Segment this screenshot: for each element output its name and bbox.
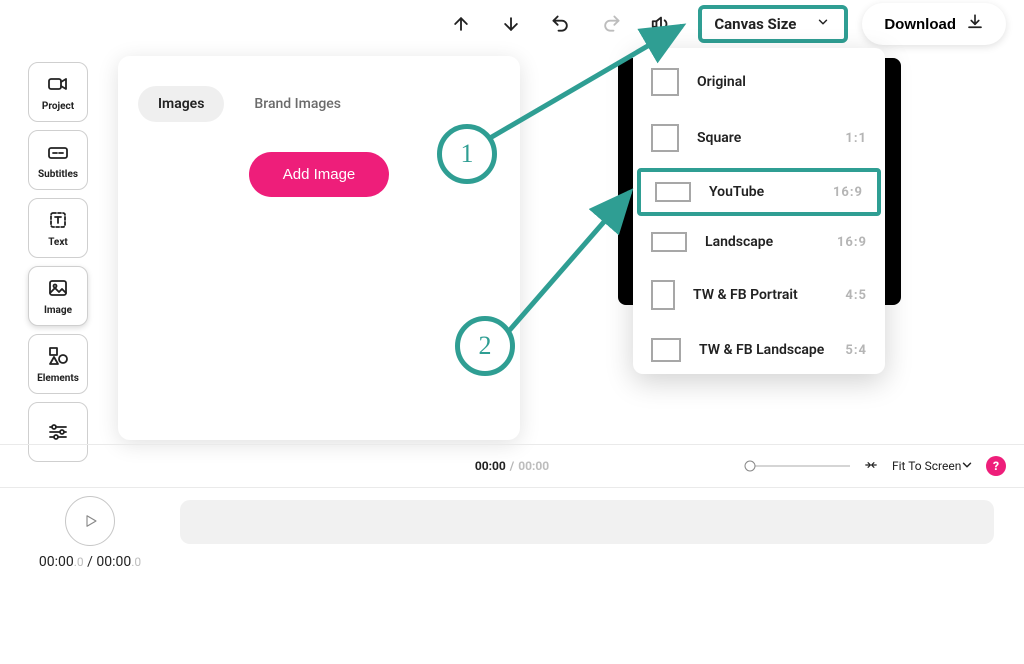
sidebar-item-project[interactable]: Project [28,62,88,122]
canvas-option-landscape[interactable]: Landscape 16:9 [633,218,885,266]
video-camera-icon [46,72,70,96]
download-icon [966,13,984,35]
sidebar-item-label: Text [48,237,68,248]
chevron-down-icon [816,15,830,33]
sliders-icon [46,420,70,444]
playback-time: 00:00.0 / 00:00.0 [39,554,141,570]
callout-arrow-1 [470,20,700,170]
shapes-icon [46,344,70,368]
zoom-slider-thumb[interactable] [745,461,756,472]
help-button[interactable]: ? [986,456,1006,476]
canvas-size-label: Canvas Size [714,15,796,33]
pb-current: 00:00 [39,554,74,570]
zoom-slider[interactable] [750,465,850,467]
subtitles-icon [46,140,70,164]
pb-current-frac: .0 [74,555,84,569]
time-info-row: 00:00/00:00 Fit To Screen ? [0,444,1024,488]
text-icon [46,208,70,232]
pb-total: 00:00 [96,554,131,570]
current-time: 00:00 [475,459,506,473]
callout-1: 1 [437,124,497,184]
sidebar-item-image[interactable]: Image [28,266,88,326]
canvas-option-tw-fb-landscape[interactable]: TW & FB Landscape 5:4 [633,324,885,368]
canvas-size-button[interactable]: Canvas Size [698,5,848,43]
callout-2: 2 [455,316,515,376]
help-label: ? [993,459,999,473]
time-display: 00:00/00:00 [475,459,549,473]
canvas-option-youtube[interactable]: YouTube 16:9 [637,168,881,216]
tab-images[interactable]: Images [138,86,224,122]
play-button[interactable] [65,496,115,546]
download-label: Download [884,16,956,33]
canvas-option-ratio: 1:1 [845,131,867,146]
sidebar-item-text[interactable]: Text [28,198,88,258]
callout-label: 1 [461,139,474,169]
pb-total-frac: .0 [131,555,141,569]
add-image-button[interactable]: Add Image [249,152,390,197]
canvas-option-tw-fb-portrait[interactable]: TW & FB Portrait 4:5 [633,266,885,324]
sidebar-item-elements[interactable]: Elements [28,334,88,394]
sidebar-item-label: Image [44,305,72,316]
callout-label: 2 [479,331,492,361]
canvas-option-ratio: 4:5 [845,288,867,303]
images-panel: Images Brand Images Add Image [118,56,520,440]
tab-brand-images[interactable]: Brand Images [234,86,361,122]
chevron-down-icon[interactable] [960,458,974,475]
canvas-option-label: Landscape [705,234,773,250]
sidebar-item-label: Subtitles [38,169,78,180]
canvas-option-ratio: 5:4 [845,343,867,358]
playback-area: 00:00.0 / 00:00.0 [0,488,1024,570]
sidebar-item-label: Elements [37,373,79,384]
canvas-option-label: Square [697,130,741,146]
total-time: 00:00 [518,459,549,473]
pb-sep: / [84,554,97,570]
fit-to-screen-label[interactable]: Fit To Screen [892,459,948,473]
time-row-right: Fit To Screen ? [750,456,1006,476]
sidebar-item-label: Project [42,101,74,112]
canvas-option-label: TW & FB Portrait [693,287,798,303]
canvas-option-label: TW & FB Landscape [699,342,824,358]
sidebar-item-subtitles[interactable]: Subtitles [28,130,88,190]
canvas-option-ratio: 16:9 [833,185,863,200]
playback-controls: 00:00.0 / 00:00.0 [30,496,150,570]
aspect-icon [655,182,691,202]
callout-arrow-2 [490,180,660,350]
download-button[interactable]: Download [862,3,1006,45]
image-icon [46,276,70,300]
canvas-option-label: Original [697,74,746,90]
fit-collapse-icon[interactable] [862,458,880,475]
panel-tabs: Images Brand Images [138,86,500,122]
canvas-option-label: YouTube [709,184,764,200]
canvas-option-ratio: 16:9 [837,235,867,250]
sidebar: Project Subtitles Text Image Elements [28,62,92,462]
timeline-track[interactable] [180,500,994,544]
